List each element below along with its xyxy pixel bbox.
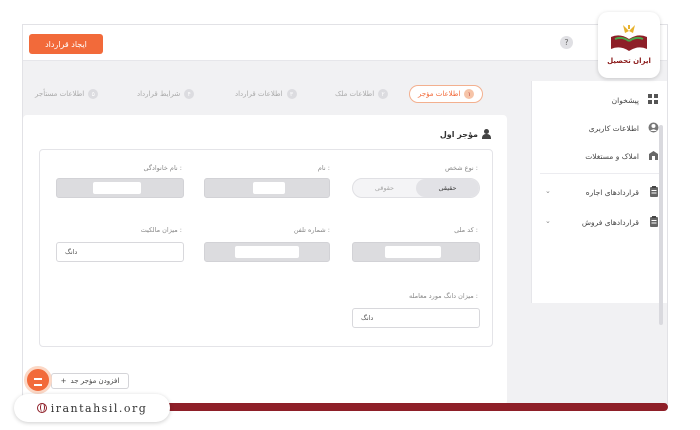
book-logo-icon <box>609 25 649 53</box>
clipboard-icon <box>648 216 659 227</box>
card-title-text: مؤجر اول <box>439 129 478 139</box>
option-legal[interactable]: حقوقی <box>353 179 416 197</box>
building-icon <box>648 150 659 161</box>
sidebar-item-user-info[interactable]: اطلاعات کاربری <box>531 117 667 139</box>
sidebar-item-label: قراردادهای اجاره <box>585 187 639 197</box>
dang-share-label: میزان دانگ مورد معامله : <box>409 292 478 300</box>
sidebar-item-rental-contracts[interactable]: ⌄ قراردادهای اجاره <box>531 181 667 203</box>
sidebar-item-label: اطلاعات کاربری <box>588 123 639 133</box>
chevron-down-icon: ⌄ <box>545 187 551 195</box>
globe-icon <box>36 403 47 413</box>
ownership-label: میزان مالکیت : <box>140 226 182 234</box>
form-section: نوع شخص : نام : نام خانوادگی : حقوقی حقی… <box>39 149 493 347</box>
step-property-info[interactable]: اطلاعات ملک ۲ <box>335 85 389 103</box>
create-contract-button[interactable]: ایجاد قرارداد <box>29 34 103 54</box>
step-number: ۲ <box>378 89 389 99</box>
help-icon[interactable]: ? <box>560 36 573 49</box>
brand-band <box>150 403 668 411</box>
person-type-toggle[interactable]: حقوقی حقیقی <box>352 178 480 198</box>
ownership-unit: دانگ <box>65 248 78 256</box>
family-name-input[interactable] <box>56 178 184 198</box>
top-bar: ایجاد قرارداد ? <box>23 25 667 61</box>
step-number: ۳ <box>286 89 297 99</box>
dang-share-input[interactable]: دانگ <box>352 308 480 328</box>
step-tenant-info[interactable]: اطلاعات مستأجر ۵ <box>35 85 99 103</box>
family-name-label: نام خانوادگی : <box>143 164 182 172</box>
add-lessor-button[interactable]: + افزودن مؤجر جد <box>51 373 129 389</box>
dashboard-icon <box>648 94 659 105</box>
step-label: شرایط قرارداد <box>137 90 181 98</box>
sidebar-item-label: پیشخوان <box>611 95 639 105</box>
step-label: اطلاعات مستأجر <box>35 90 85 98</box>
step-label: اطلاعات قرارداد <box>235 90 283 98</box>
step-label: اطلاعات ملک <box>335 90 375 98</box>
app-window: ایجاد قرارداد ? پیشخوان اطلاعات کاربری ا… <box>22 24 668 404</box>
sidebar-item-label: املاک و مستغلات <box>585 151 639 161</box>
step-label: اطلاعات مؤجر <box>418 90 461 98</box>
step-contract-info[interactable]: اطلاعات قرارداد ۳ <box>235 85 297 103</box>
step-number: ۵ <box>88 89 99 99</box>
sidebar-item-sale-contracts[interactable]: ⌄ قراردادهای فروش <box>531 211 667 233</box>
national-code-input[interactable] <box>352 242 480 262</box>
sidebar: پیشخوان اطلاعات کاربری املاک و مستغلات ⌄… <box>531 81 667 303</box>
sidebar-item-dashboard[interactable]: پیشخوان <box>531 89 667 111</box>
name-label: نام : <box>317 164 330 172</box>
chevron-down-icon: ⌄ <box>545 217 551 225</box>
dang-unit: دانگ <box>361 314 374 322</box>
step-contract-terms[interactable]: شرایط قرارداد ۴ <box>137 85 195 103</box>
step-lessor-info[interactable]: اطلاعات مؤجر ۱ <box>409 85 484 103</box>
sidebar-item-label: قراردادهای فروش <box>581 217 639 227</box>
phone-label: شماره تلفن : <box>293 226 330 234</box>
card-title: مؤجر اول <box>440 129 491 139</box>
national-code-label: کد ملی : <box>454 226 478 234</box>
lessor-form-card: مؤجر اول نوع شخص : نام : نام خانوادگی : … <box>23 115 507 403</box>
sidebar-divider <box>540 173 662 174</box>
user-icon <box>648 122 659 133</box>
chat-icon[interactable] <box>24 366 52 394</box>
step-number: ۱ <box>464 89 475 99</box>
add-lessor-label: افزودن مؤجر جد <box>70 377 120 385</box>
website-badge: irantahsil.org <box>14 394 170 422</box>
option-natural[interactable]: حقیقی <box>416 179 479 197</box>
step-indicator: اطلاعات مؤجر ۱ اطلاعات ملک ۲ اطلاعات قرا… <box>23 83 507 105</box>
scrollbar[interactable] <box>659 125 663 325</box>
name-input[interactable] <box>204 178 330 198</box>
clipboard-icon <box>648 186 659 197</box>
phone-input[interactable] <box>204 242 330 262</box>
step-number: ۴ <box>184 89 195 99</box>
plus-icon: + <box>60 377 67 385</box>
website-text: irantahsil.org <box>50 401 148 415</box>
sidebar-item-properties[interactable]: املاک و مستغلات <box>531 145 667 167</box>
brand-logo: ایران تحصیل <box>598 12 660 78</box>
brand-name: ایران تحصیل <box>607 57 651 65</box>
ownership-input[interactable]: دانگ <box>56 242 184 262</box>
person-icon <box>482 129 491 139</box>
person-type-label: نوع شخص : <box>445 164 478 172</box>
